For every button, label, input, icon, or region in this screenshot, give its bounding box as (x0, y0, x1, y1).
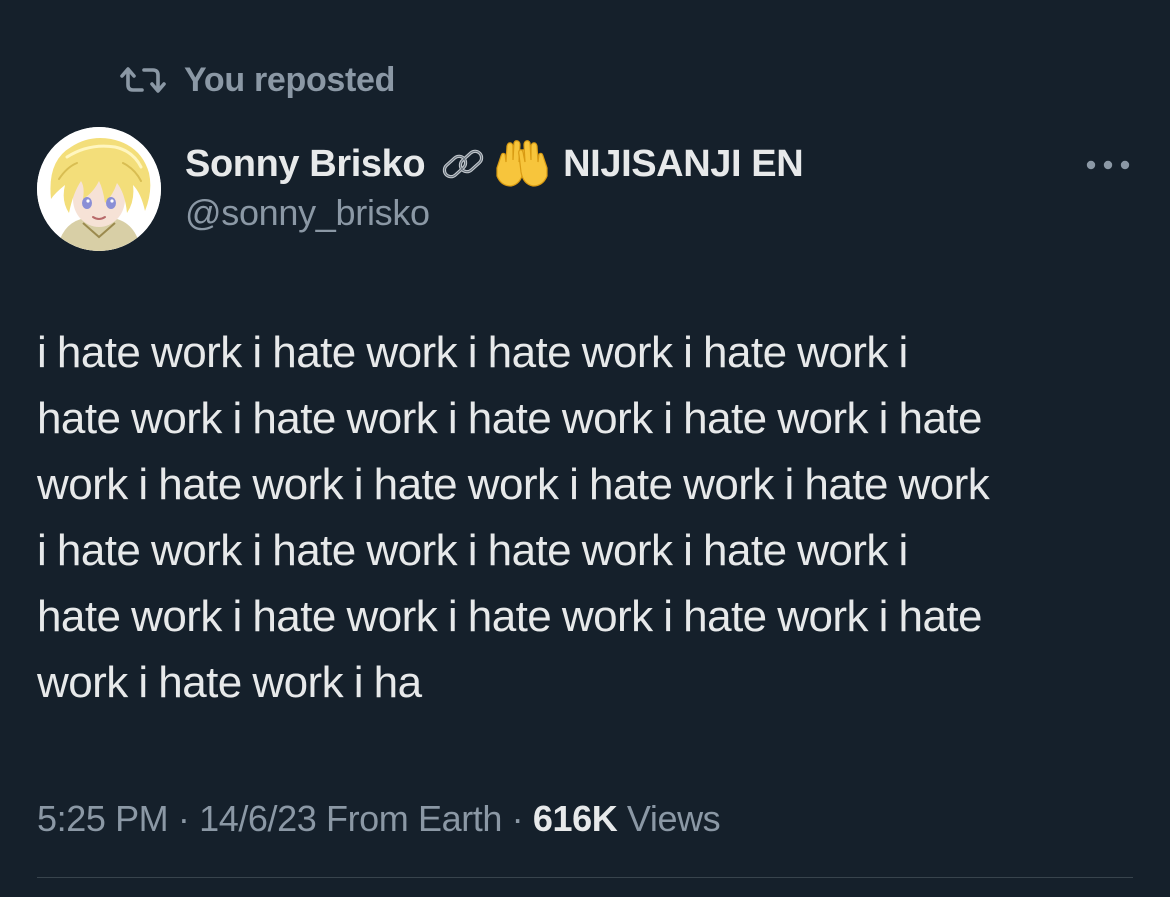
tweet-text-line: hate work i hate work i hate work i hate… (37, 592, 983, 641)
author-affiliation: NIJISANJI EN (563, 142, 804, 185)
tweet-meta: 5:25 PM · 14/6/23 From Earth · 616K View… (37, 794, 721, 844)
tweet-source: From Earth (316, 798, 503, 839)
tweet-text: i hate work i hate work i hate work i ha… (37, 320, 1137, 716)
divider (37, 877, 1133, 878)
repost-indicator[interactable]: You reposted (118, 58, 395, 102)
author-handle[interactable]: @sonny_brisko (185, 192, 430, 234)
tweet-text-line: work i hate work i hate work i hate work… (37, 460, 990, 509)
repost-label: You reposted (184, 60, 396, 99)
tweet-time[interactable]: 5:25 PM (37, 798, 169, 840)
views-label: Views (617, 798, 721, 839)
tweet-date[interactable]: 14/6/23 (199, 798, 317, 840)
author-display-name[interactable]: Sonny Brisko (185, 143, 426, 186)
author-name-row[interactable]: Sonny Brisko NIJISANJI EN (185, 139, 804, 189)
meta-separator: · (502, 798, 533, 839)
more-options-button[interactable] (1082, 148, 1134, 182)
more-options-icon (1086, 160, 1130, 170)
repost-icon (120, 67, 166, 93)
view-count[interactable]: 616K (533, 798, 618, 840)
tweet-text-line: i hate work i hate work i hate work i ha… (37, 328, 908, 377)
tweet-text-line: hate work i hate work i hate work i hate… (37, 394, 983, 443)
link-icon (442, 149, 484, 179)
raised-hands-icon (496, 140, 548, 187)
avatar-image (37, 127, 161, 251)
avatar[interactable] (37, 127, 161, 251)
tweet-text-line: i hate work i hate work i hate work i ha… (37, 526, 908, 575)
meta-separator: · (168, 798, 200, 839)
tweet-text-line: work i hate work i ha (37, 658, 422, 707)
